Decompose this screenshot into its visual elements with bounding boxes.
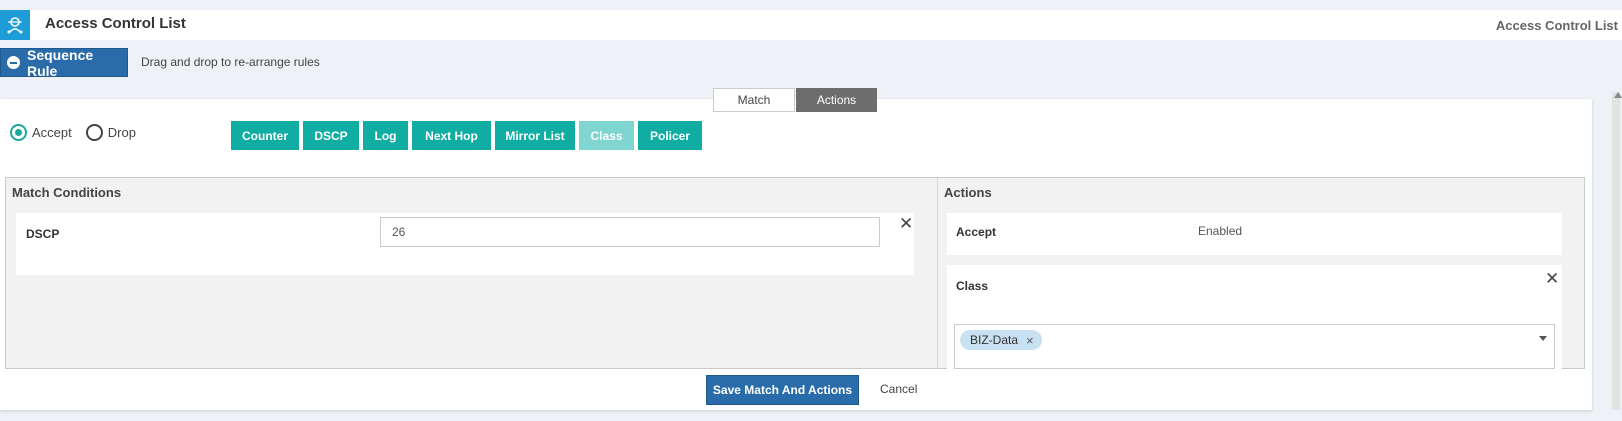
drop-radio-label[interactable]: Drop (108, 125, 136, 140)
scrollbar[interactable] (1612, 92, 1620, 410)
accept-radio[interactable] (10, 124, 27, 141)
sequence-rule-label: Sequence Rule (27, 46, 94, 79)
dscp-input-value: 26 (392, 225, 406, 239)
save-match-actions-button[interactable]: Save Match And Actions (706, 375, 859, 405)
actions-title: Actions (944, 185, 992, 200)
actions-section: Actions Accept Enabled Class ✕ BIZ-Data … (937, 177, 1585, 369)
page-title: Access Control List (45, 15, 186, 32)
class-action-label: Class (956, 279, 989, 293)
dscp-button[interactable]: DSCP (303, 121, 359, 150)
accept-action-card: Accept Enabled (947, 213, 1562, 255)
collapse-icon (7, 56, 20, 69)
tab-match[interactable]: Match (713, 88, 795, 112)
class-tag-label: BIZ-Data (970, 333, 1019, 347)
accept-action-value: Enabled (1198, 224, 1243, 238)
remove-tag-icon[interactable]: × (1026, 333, 1034, 348)
drop-radio[interactable] (85, 124, 103, 141)
breadcrumb[interactable]: Access Control List (1496, 18, 1618, 33)
policer-button[interactable]: Policer (638, 121, 702, 150)
mirror-list-button[interactable]: Mirror List (495, 121, 575, 150)
class-select[interactable]: BIZ-Data × (954, 324, 1555, 369)
match-conditions-section: Match Conditions DSCP 26 ✕ (5, 177, 938, 369)
log-button[interactable]: Log (363, 121, 408, 150)
counter-button[interactable]: Counter (231, 121, 299, 150)
accept-radio-label[interactable]: Accept (32, 125, 72, 140)
tab-actions[interactable]: Actions (796, 88, 877, 112)
action-button-bar: Counter DSCP Log Next Hop Mirror List Cl… (231, 121, 706, 150)
accept-action-label: Accept (956, 225, 997, 239)
cancel-button[interactable]: Cancel (880, 382, 917, 396)
chevron-down-icon[interactable] (1539, 336, 1547, 341)
dscp-input[interactable]: 26 (380, 217, 880, 247)
class-tag: BIZ-Data × (960, 330, 1042, 350)
sequence-rule-button[interactable]: Sequence Rule (0, 46, 128, 79)
class-action-card: Class ✕ BIZ-Data × (947, 265, 1562, 369)
scroll-up-icon[interactable] (1614, 92, 1622, 98)
class-button[interactable]: Class (579, 121, 634, 150)
drag-hint: Drag and drop to re-arrange rules (141, 55, 320, 69)
dscp-label: DSCP (26, 227, 60, 241)
match-conditions-title: Match Conditions (12, 185, 122, 200)
remove-class-action-icon[interactable]: ✕ (1545, 270, 1559, 287)
app-header: Access Control List Access Control List (0, 10, 1622, 40)
action-radio-group: Accept Drop (10, 124, 150, 141)
next-hop-button[interactable]: Next Hop (412, 121, 491, 150)
remove-dscp-condition-icon[interactable]: ✕ (899, 215, 913, 232)
network-admin-icon (0, 10, 30, 40)
